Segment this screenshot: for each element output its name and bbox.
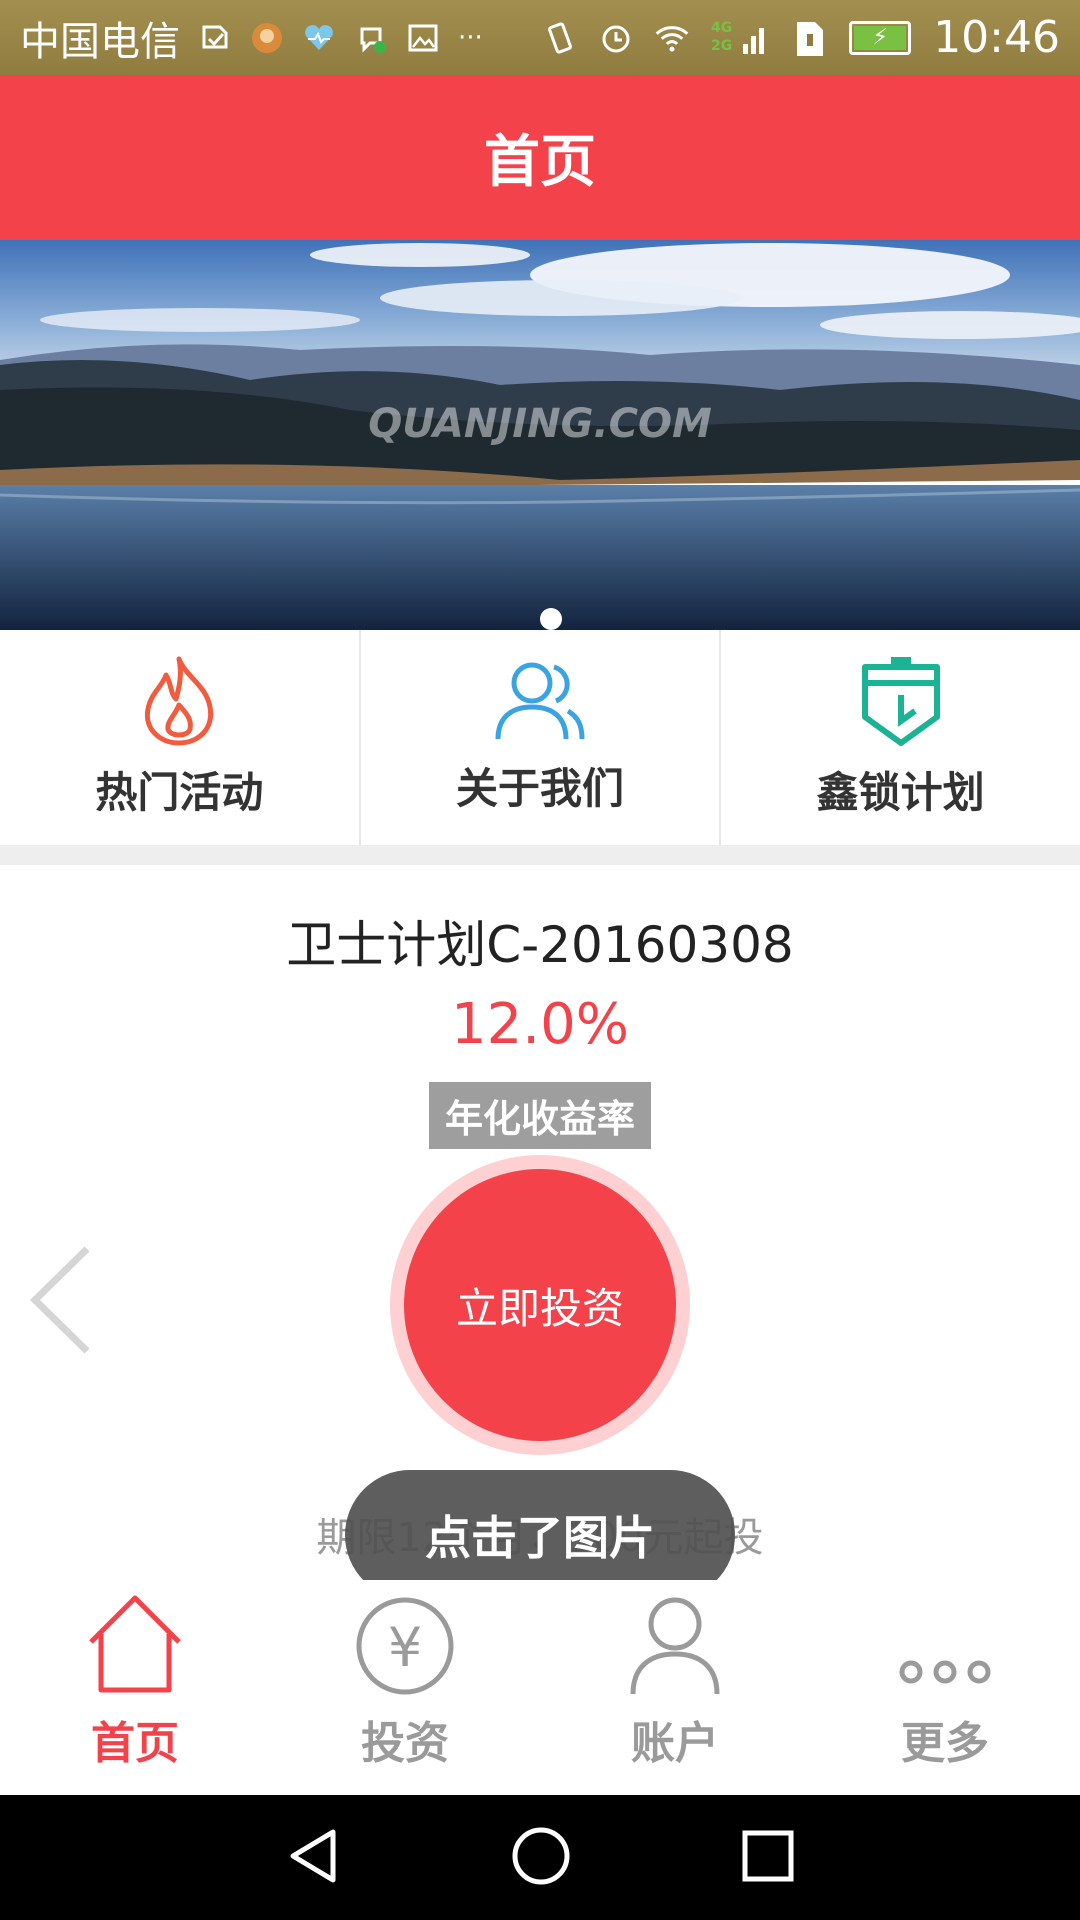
quick-link-label: 热门活动 (95, 768, 264, 817)
quick-link-about-us[interactable]: 关于我们 (361, 630, 722, 845)
flame-icon (134, 655, 224, 751)
svg-text:2G: 2G (711, 38, 732, 54)
page-title: 首页 (484, 130, 596, 195)
nav-account[interactable]: 账户 (540, 1580, 810, 1795)
more-dots-icon (895, 1592, 995, 1701)
banner-watermark: QUANJING.COM (368, 401, 712, 447)
quick-link-label: 鑫锁计划 (816, 768, 985, 817)
invest-button-ring: 立即投资 (390, 1155, 690, 1455)
back-icon[interactable] (285, 1826, 341, 1890)
quick-link-hot-activities[interactable]: 热门活动 (0, 630, 361, 845)
quick-links: 热门活动 关于我们 鑫锁计划 (0, 630, 1080, 846)
quick-link-lock-plan[interactable]: 鑫锁计划 (721, 630, 1080, 845)
nav-label: 账户 (631, 1718, 719, 1769)
alarm-icon (599, 21, 633, 55)
battery-icon: ⚡ (849, 20, 912, 55)
nav-label: 投资 (361, 1718, 449, 1769)
user-icon (625, 1592, 725, 1701)
carrier-label: 中国电信 (20, 18, 180, 65)
nav-home[interactable]: 首页 (0, 1580, 270, 1795)
annual-rate-label: 年化收益率 (428, 1082, 651, 1149)
nav-label: 首页 (91, 1718, 179, 1769)
users-icon (494, 659, 586, 747)
system-nav-bar (0, 1795, 1080, 1920)
shield-check-icon (198, 21, 232, 55)
annual-rate: 12.0% (451, 992, 629, 1057)
home-icon (85, 1592, 185, 1701)
svg-text:¥: ¥ (388, 1616, 422, 1679)
svg-text:4G: 4G (711, 20, 732, 36)
health-icon (302, 21, 336, 55)
invest-now-button[interactable]: 立即投资 (404, 1169, 676, 1441)
nav-more[interactable]: 更多 (810, 1580, 1080, 1795)
clock: 10:46 (933, 12, 1060, 63)
avatar-icon (250, 21, 284, 55)
bottom-nav: 首页 ¥ 投资 账户 更多 (0, 1580, 1080, 1795)
shield-badge-icon (859, 655, 943, 751)
banner-image[interactable]: QUANJING.COM (0, 240, 1080, 630)
nav-invest[interactable]: ¥ 投资 (270, 1580, 540, 1795)
vibrate-icon (543, 21, 577, 55)
sim-icon (793, 21, 827, 56)
more-icon: ··· (458, 22, 483, 53)
chevron-left-icon[interactable] (25, 1245, 95, 1355)
app-header: 首页 (0, 75, 1080, 240)
carousel-dot[interactable] (540, 608, 562, 630)
signal-icon: 4G 2G (711, 20, 771, 55)
yen-icon: ¥ (355, 1592, 455, 1701)
status-bar: 中国电信 ··· 4G 2G ⚡ 10:46 (0, 0, 1080, 75)
nav-label: 更多 (901, 1718, 989, 1769)
image-icon (406, 21, 440, 55)
home-circle-icon[interactable] (511, 1826, 571, 1890)
recents-icon[interactable] (741, 1829, 795, 1887)
product-title: 卫士计划C-20160308 (286, 916, 794, 974)
banner-carousel[interactable]: QUANJING.COM (0, 240, 1080, 630)
quick-link-label: 关于我们 (456, 764, 625, 813)
section-divider (0, 845, 1080, 865)
chat-icon (354, 21, 388, 55)
wifi-icon (655, 21, 689, 55)
